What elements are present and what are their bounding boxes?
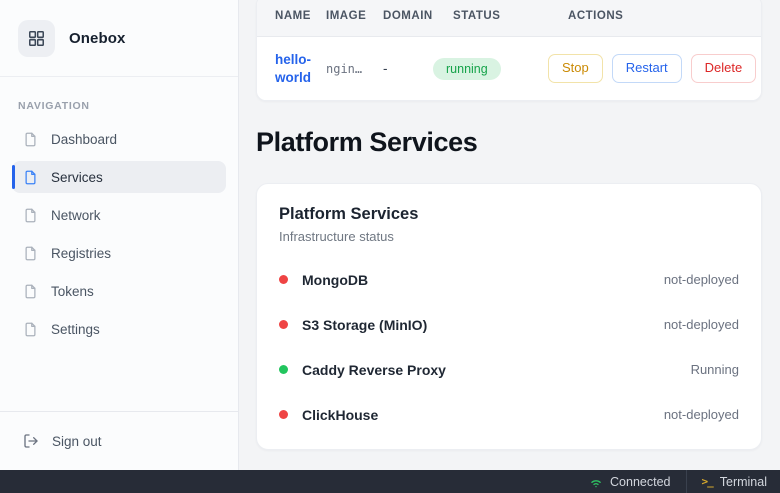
app-window: Onebox NAVIGATION Dashboard Services Net… [0,0,780,470]
delete-button[interactable]: Delete [691,54,757,83]
platform-service-status: not-deployed [664,317,739,332]
column-header-actions: ACTIONS [568,10,743,22]
terminal-label: Terminal [720,475,767,489]
sidebar-item-label: Network [51,208,101,223]
platform-service-name: Caddy Reverse Proxy [302,362,446,378]
sidebar-item-label: Tokens [51,284,94,299]
sidebar: Onebox NAVIGATION Dashboard Services Net… [0,0,239,470]
platform-services-list: MongoDB not-deployed S3 Storage (MinIO) … [279,257,739,437]
column-header-status: STATUS [453,10,568,22]
sidebar-item-label: Settings [51,322,100,337]
services-table-card: NAME IMAGE DOMAIN STATUS ACTIONS hello-w… [256,0,762,101]
sidebar-item-label: Registries [51,246,111,261]
sidebar-footer: Sign out [0,411,238,470]
table-header-row: NAME IMAGE DOMAIN STATUS ACTIONS [257,0,761,37]
service-name-link[interactable]: hello-world [275,51,323,86]
platform-service-name: ClickHouse [302,407,378,423]
sign-out-label: Sign out [52,434,102,449]
wifi-icon [589,475,603,489]
sidebar-item-label: Services [51,170,103,185]
sidebar-nav: Dashboard Services Network Registries To… [0,123,238,351]
card-subtitle: Infrastructure status [279,229,739,244]
row-actions: Stop Restart Delete [548,54,756,83]
sidebar-item-network[interactable]: Network [12,199,226,231]
status-dot-icon [279,410,288,419]
platform-service-status: not-deployed [664,407,739,422]
grid-logo-icon [18,20,55,57]
list-item-mongodb: MongoDB not-deployed [279,257,739,302]
file-icon [23,170,38,185]
restart-button[interactable]: Restart [612,54,682,83]
status-dot-icon [279,275,288,284]
nav-section-label: NAVIGATION [0,77,238,123]
service-domain-cell: - [383,61,433,76]
list-item-s3-storage: S3 Storage (MinIO) not-deployed [279,302,739,347]
main-content: NAME IMAGE DOMAIN STATUS ACTIONS hello-w… [239,0,780,470]
sidebar-item-label: Dashboard [51,132,117,147]
card-title: Platform Services [279,205,739,224]
connection-status: Connected [574,470,685,493]
terminal-prompt-icon: >_ [702,475,713,488]
platform-service-status: Running [691,362,739,377]
connection-status-label: Connected [610,475,670,489]
file-icon [23,322,38,337]
file-icon [23,246,38,261]
platform-service-status: not-deployed [664,272,739,287]
sidebar-item-dashboard[interactable]: Dashboard [12,123,226,155]
column-header-domain: DOMAIN [383,10,453,22]
sign-out-button[interactable]: Sign out [12,425,226,457]
file-icon [23,132,38,147]
column-header-image: IMAGE [326,10,383,22]
terminal-button[interactable]: >_ Terminal [686,470,780,493]
service-image-cell: ngin… [326,62,383,76]
status-bar: Connected >_ Terminal [0,470,780,493]
list-item-clickhouse: ClickHouse not-deployed [279,392,739,437]
column-header-name: NAME [275,10,326,22]
sidebar-item-tokens[interactable]: Tokens [12,275,226,307]
sidebar-item-services[interactable]: Services [12,161,226,193]
status-dot-icon [279,320,288,329]
platform-service-name: S3 Storage (MinIO) [302,317,427,333]
sign-out-icon [23,433,39,449]
stop-button[interactable]: Stop [548,54,603,83]
app-logo: Onebox [0,0,238,77]
app-title: Onebox [69,30,125,47]
status-badge: running [433,58,501,80]
file-icon [23,208,38,223]
page-title: Platform Services [256,127,762,158]
status-dot-icon [279,365,288,374]
file-icon [23,284,38,299]
platform-services-card: Platform Services Infrastructure status … [256,183,762,450]
platform-service-name: MongoDB [302,272,368,288]
sidebar-item-registries[interactable]: Registries [12,237,226,269]
sidebar-item-settings[interactable]: Settings [12,313,226,345]
list-item-caddy: Caddy Reverse Proxy Running [279,347,739,392]
table-row: hello-world ngin… - running Stop Restart… [257,37,761,100]
